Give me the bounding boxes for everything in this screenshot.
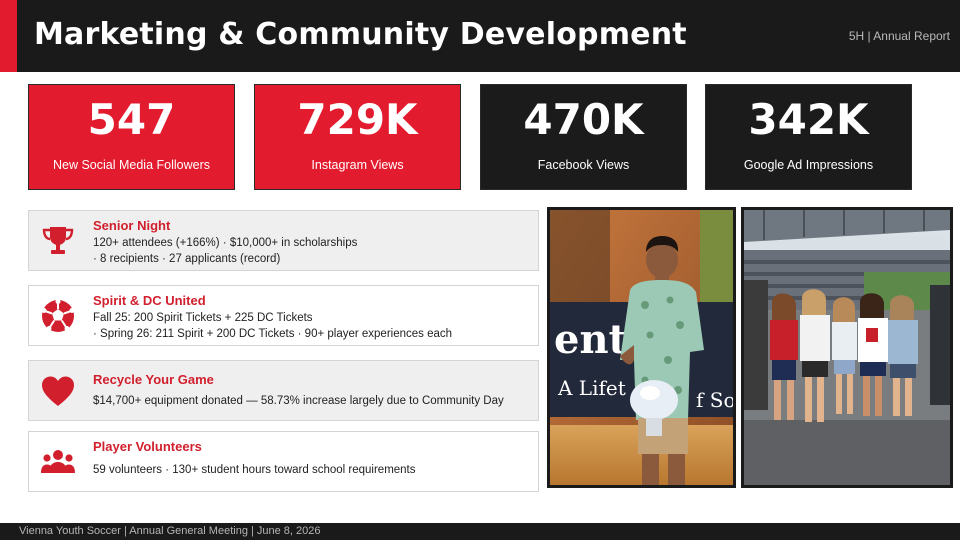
stat-value: 729K — [297, 95, 418, 144]
highlight-card-spirit-dc-united: Spirit & DC United Fall 25: 200 Spirit T… — [28, 285, 539, 346]
card-title: Player Volunteers — [93, 439, 202, 454]
stat-tile-google-ad-impressions: 342K Google Ad Impressions — [705, 84, 912, 190]
card-detail-line: · Spring 26: 211 Spirit + 200 DC Tickets… — [93, 328, 453, 340]
card-detail-line: 59 volunteers · 130+ student hours towar… — [93, 464, 416, 476]
banner-subtext-2: f So — [696, 388, 733, 412]
stat-value: 470K — [523, 95, 644, 144]
slide-footer: Vienna Youth Soccer | Annual General Mee… — [0, 523, 960, 540]
card-title: Senior Night — [93, 218, 171, 233]
card-detail-line: $14,700+ equipment donated — 58.73% incr… — [93, 395, 504, 407]
stat-value: 547 — [87, 95, 176, 144]
stat-tile-instagram-views: 729K Instagram Views — [254, 84, 461, 190]
senior-night-photo: ent A Lifet f So — [547, 207, 736, 488]
highlight-card-senior-night: Senior Night 120+ attendees (+166%) · $1… — [28, 210, 539, 271]
section-tag: 5H | Annual Report — [848, 29, 950, 43]
stat-tile-facebook-views: 470K Facebook Views — [480, 84, 687, 190]
highlight-card-player-volunteers: Player Volunteers 59 volunteers · 130+ s… — [28, 431, 539, 492]
card-detail-line: · 8 recipients · 27 applicants (record) — [93, 253, 281, 265]
senior-night-photo-illustration: ent A Lifet f So — [550, 210, 733, 485]
heart-icon — [42, 376, 74, 406]
trophy-icon — [42, 227, 74, 254]
footer-text: Vienna Youth Soccer | Annual General Mee… — [19, 525, 321, 537]
highlight-card-recycle-your-game: Recycle Your Game $14,700+ equipment don… — [28, 360, 539, 421]
card-detail-line: Fall 25: 200 Spirit Tickets + 225 DC Tic… — [93, 312, 313, 324]
card-detail-line: 120+ attendees (+166%) · $10,000+ in sch… — [93, 237, 358, 249]
card-title: Spirit & DC United — [93, 293, 206, 308]
stat-label: New Social Media Followers — [52, 158, 210, 172]
soccer-ball-icon — [41, 299, 75, 332]
stat-label: Facebook Views — [537, 158, 630, 172]
slide-title: Marketing & Community Development — [34, 17, 687, 52]
stat-value: 342K — [748, 95, 869, 144]
people-icon — [41, 450, 75, 473]
banner-text: ent — [554, 316, 628, 363]
slide-header: Marketing & Community Development 5H | A… — [0, 0, 960, 72]
stadium-group-photo-illustration — [744, 210, 950, 485]
banner-subtext: A Lifet — [557, 376, 626, 400]
header-accent-bar — [0, 0, 17, 72]
stat-tile-social-followers: 547 New Social Media Followers — [28, 84, 235, 190]
card-title: Recycle Your Game — [93, 372, 214, 387]
stat-label: Google Ad Impressions — [743, 158, 874, 172]
stat-label: Instagram Views — [311, 158, 404, 172]
stadium-group-photo — [741, 207, 953, 488]
